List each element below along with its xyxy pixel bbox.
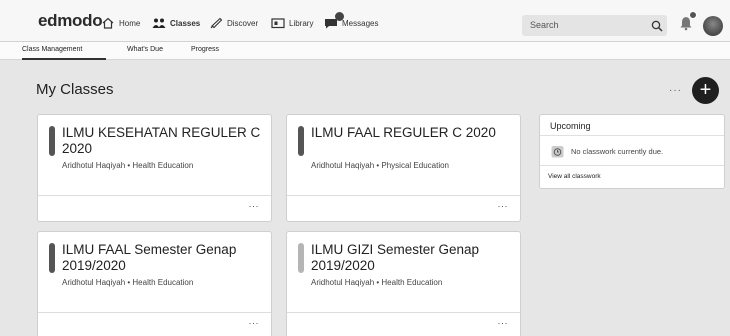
upcoming-divider (540, 135, 724, 136)
nav-messages-label: Messages (342, 18, 379, 28)
card-divider (38, 312, 271, 313)
nav-home[interactable]: Home (101, 17, 140, 29)
active-tab-indicator (22, 58, 106, 60)
upcoming-title: Upcoming (550, 121, 591, 131)
no-classwork-message: No classwork currently due. (571, 147, 664, 156)
class-subtitle: Aridhotul Haqiyah • Health Education (62, 161, 194, 170)
upcoming-divider (540, 165, 724, 166)
subnav-class-management[interactable]: Class Management (22, 46, 82, 53)
card-divider (38, 195, 271, 196)
class-color-bar (298, 243, 304, 273)
nav-discover-label: Discover (227, 18, 259, 28)
nav-classes[interactable]: Classes (152, 17, 200, 29)
upcoming-panel: Upcoming No classwork currently due. Vie… (539, 114, 725, 189)
class-title[interactable]: ILMU FAAL Semester Genap 2019/2020 (62, 242, 267, 274)
clock-icon (551, 145, 564, 158)
add-class-button[interactable]: + (692, 77, 719, 104)
home-icon (101, 17, 115, 29)
nav-classes-label: Classes (170, 18, 201, 28)
nav-library-label: Library (289, 18, 314, 28)
class-title[interactable]: ILMU KESEHATAN REGULER C 2020 (62, 125, 267, 157)
more-options-icon[interactable]: ··· (669, 85, 682, 96)
search-icon[interactable] (651, 19, 663, 32)
subnav-whats-due[interactable]: What's Due (127, 46, 163, 53)
nav-messages[interactable]: Messages (324, 17, 378, 29)
card-menu-icon[interactable]: ··· (498, 318, 509, 328)
card-divider (287, 312, 520, 313)
class-color-bar (298, 126, 304, 156)
class-card[interactable]: ILMU GIZI Semester Genap 2019/2020 Aridh… (286, 231, 521, 336)
messages-badge (335, 12, 344, 21)
card-divider (287, 195, 520, 196)
subnav-progress[interactable]: Progress (191, 46, 219, 53)
class-title[interactable]: ILMU FAAL REGULER C 2020 (311, 125, 516, 141)
card-menu-icon[interactable]: ··· (249, 318, 260, 328)
notification-badge (689, 11, 697, 19)
card-menu-icon[interactable]: ··· (498, 201, 509, 211)
class-subtitle: Aridhotul Haqiyah • Health Education (62, 278, 194, 287)
view-all-classwork-link[interactable]: View all classwork (548, 173, 601, 180)
class-color-bar (49, 126, 55, 156)
rocket-icon (209, 17, 223, 29)
card-menu-icon[interactable]: ··· (249, 201, 260, 211)
class-card[interactable]: ILMU FAAL Semester Genap 2019/2020 Aridh… (37, 231, 272, 336)
nav-home-label: Home (119, 18, 141, 28)
class-color-bar (49, 243, 55, 273)
top-navigation-bar: edmodo Home Classes Discover Library Mes… (0, 0, 730, 42)
class-card[interactable]: ILMU KESEHATAN REGULER C 2020 Aridhotul … (37, 114, 272, 222)
class-title[interactable]: ILMU GIZI Semester Genap 2019/2020 (311, 242, 516, 274)
search-placeholder: Search (530, 20, 559, 30)
class-card[interactable]: ILMU FAAL REGULER C 2020 Aridhotul Haqiy… (286, 114, 521, 222)
edmodo-logo[interactable]: edmodo (38, 11, 103, 31)
search-input[interactable]: Search (522, 15, 667, 36)
class-subtitle: Aridhotul Haqiyah • Physical Education (311, 161, 449, 170)
class-subtitle: Aridhotul Haqiyah • Health Education (311, 278, 443, 287)
library-icon (271, 17, 285, 29)
sub-navigation: Class Management What's Due Progress (0, 42, 730, 60)
classes-icon (152, 17, 166, 29)
user-avatar[interactable] (703, 16, 723, 36)
page-title: My Classes (36, 81, 114, 98)
nav-discover[interactable]: Discover (209, 17, 258, 29)
nav-library[interactable]: Library (271, 17, 313, 29)
